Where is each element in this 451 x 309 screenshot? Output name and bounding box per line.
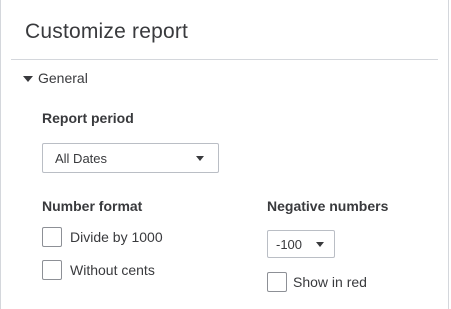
without-cents-option[interactable]: Without cents [42,260,155,280]
show-in-red-label: Show in red [293,274,367,290]
negative-numbers-select[interactable]: -100 [267,230,335,258]
without-cents-label: Without cents [70,262,155,278]
report-period-select[interactable]: All Dates [42,143,219,173]
general-section-label: General [38,70,88,86]
report-period-label: Report period [42,110,134,126]
caret-down-icon [23,75,33,82]
show-in-red-checkbox[interactable] [267,272,287,292]
title-divider [11,59,438,60]
show-in-red-option[interactable]: Show in red [267,272,367,292]
customize-report-panel: Customize report General Report period A… [0,0,449,309]
negative-numbers-value: -100 [276,236,303,252]
negative-numbers-label: Negative numbers [267,198,389,214]
without-cents-checkbox[interactable] [42,260,62,280]
divide-by-1000-checkbox[interactable] [42,227,62,247]
panel-title: Customize report [25,20,189,43]
number-format-label: Number format [42,198,143,214]
divide-by-1000-label: Divide by 1000 [70,229,163,245]
report-period-value: All Dates [55,150,108,166]
chevron-down-icon [316,241,324,247]
divide-by-1000-option[interactable]: Divide by 1000 [42,227,163,247]
general-section-toggle[interactable]: General [23,70,88,86]
chevron-down-icon [196,155,204,161]
